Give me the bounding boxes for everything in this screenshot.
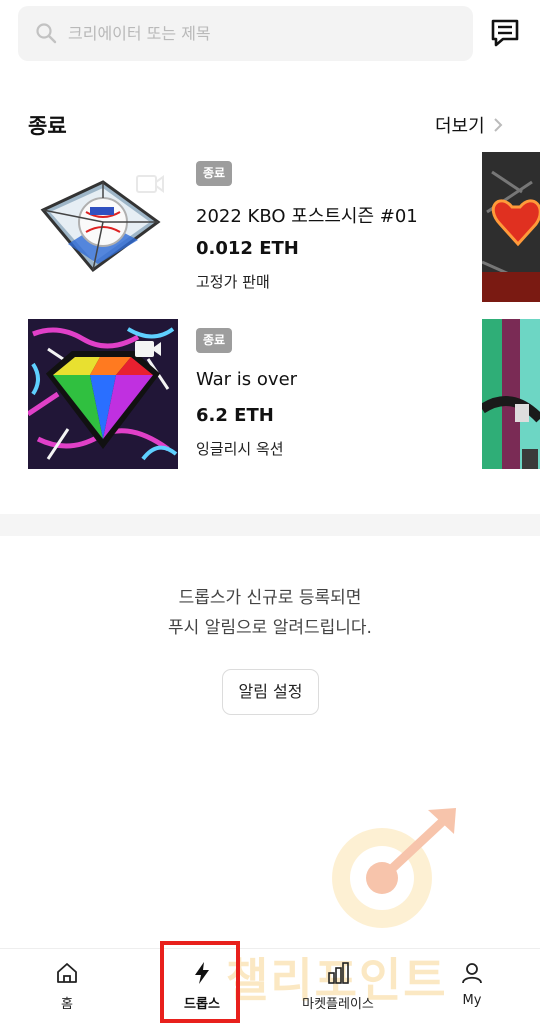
push-notice: 드롭스가 신규로 등록되면 푸시 알림으로 알려드립니다.	[0, 583, 540, 643]
item-thumbnail[interactable]	[28, 152, 178, 302]
item-sale-type: 고정가 판매	[196, 273, 270, 291]
chevron-right-icon	[493, 118, 503, 132]
target-watermark-icon	[332, 808, 456, 928]
more-link-label: 더보기	[435, 116, 485, 137]
video-icon	[135, 341, 161, 357]
home-icon	[57, 963, 77, 983]
section-divider	[0, 514, 540, 536]
alarm-settings-button[interactable]: 알림 설정	[222, 669, 319, 715]
nav-item-home[interactable]: 홈	[27, 961, 107, 1012]
bar-chart-icon	[328, 962, 349, 984]
heart-artwork	[482, 152, 540, 302]
nav-label: My	[462, 993, 482, 1008]
list-item[interactable]: 종료 2022 KBO 포스트시즌 #01 0.012 ETH 고정가 판매	[28, 152, 468, 302]
notice-line-1: 드롭스가 신규로 등록되면	[178, 588, 362, 608]
chat-icon[interactable]	[488, 16, 522, 50]
item-price: 6.2 ETH	[196, 405, 274, 426]
item-thumbnail[interactable]	[28, 319, 178, 469]
notice-line-2: 푸시 알림으로 알려드립니다.	[168, 618, 372, 638]
graffiti-artwork	[482, 319, 540, 469]
status-badge: 종료	[196, 161, 232, 186]
search-bar[interactable]: 크리에이터 또는 제목	[18, 6, 473, 61]
item-price: 0.012 ETH	[196, 238, 299, 259]
nav-item-marketplace[interactable]: 마켓플레이스	[298, 961, 378, 1012]
search-icon	[36, 23, 57, 44]
person-icon	[462, 963, 482, 984]
nav-label: 마켓플레이스	[302, 997, 374, 1012]
next-item-peek[interactable]	[482, 152, 540, 302]
search-input[interactable]: 크리에이터 또는 제목	[68, 6, 211, 61]
highlight-box	[160, 941, 240, 1023]
item-title[interactable]: 2022 KBO 포스트시즌 #01	[196, 202, 418, 228]
item-title[interactable]: War is over	[196, 369, 297, 390]
nav-label: 홈	[61, 997, 73, 1012]
video-icon	[136, 175, 164, 193]
item-sale-type: 잉글리시 옥션	[196, 440, 284, 458]
section-title: 종료	[28, 114, 67, 138]
list-item[interactable]: 종료 War is over 6.2 ETH 잉글리시 옥션	[28, 319, 468, 469]
status-badge: 종료	[196, 328, 232, 353]
more-link[interactable]: 더보기	[435, 112, 503, 138]
next-item-peek[interactable]	[482, 319, 540, 469]
bottom-nav: 홈 드롭스 마켓플레이스 My	[0, 948, 540, 1035]
nav-item-my[interactable]: My	[432, 961, 512, 1008]
